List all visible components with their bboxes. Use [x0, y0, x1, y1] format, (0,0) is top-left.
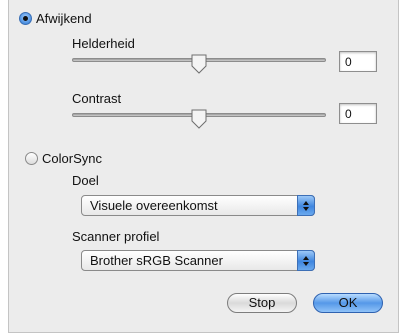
doel-popup[interactable]: Visuele overeenkomst	[81, 195, 315, 216]
afwijkend-label: Afwijkend	[36, 11, 92, 26]
helderheid-value-field[interactable]: 0	[339, 51, 377, 72]
stop-button[interactable]: Stop	[227, 293, 297, 313]
colorsync-radio[interactable]: ColorSync	[25, 151, 102, 166]
radio-unselected-icon	[25, 152, 38, 165]
popup-arrows-icon	[297, 195, 315, 216]
colorsync-label: ColorSync	[42, 151, 102, 166]
contrast-label: Contrast	[72, 91, 122, 106]
doel-selected-value: Visuele overeenkomst	[90, 198, 218, 213]
scanner-profiel-label: Scanner profiel	[72, 229, 160, 244]
helderheid-label: Helderheid	[72, 36, 135, 51]
ok-button[interactable]: OK	[313, 293, 383, 313]
scanner-profiel-popup[interactable]: Brother sRGB Scanner	[81, 250, 315, 271]
settings-panel	[8, 0, 399, 333]
scanner-profiel-selected-value: Brother sRGB Scanner	[90, 253, 223, 268]
contrast-value-field[interactable]: 0	[339, 103, 377, 124]
helderheid-slider-thumb[interactable]	[191, 54, 207, 74]
radio-selected-icon	[19, 12, 32, 25]
popup-arrows-icon	[297, 250, 315, 271]
afwijkend-radio[interactable]: Afwijkend	[19, 11, 92, 26]
contrast-slider-thumb[interactable]	[191, 109, 207, 129]
doel-label: Doel	[72, 173, 99, 188]
